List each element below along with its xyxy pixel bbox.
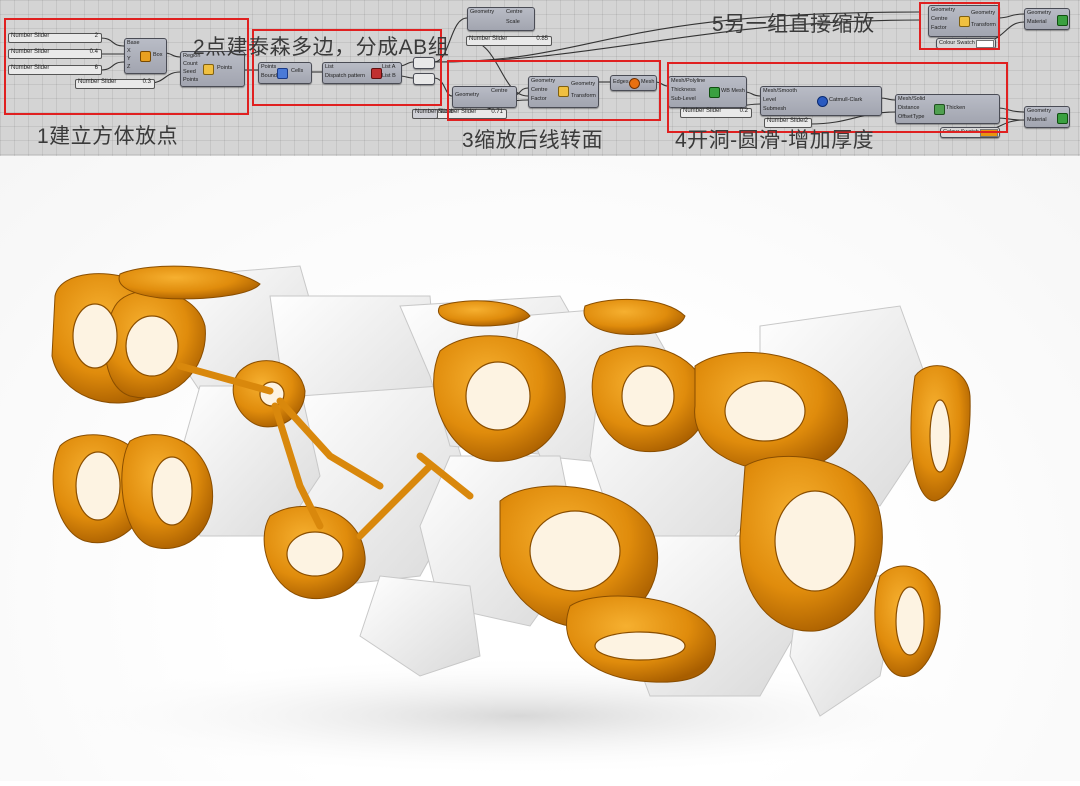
preview-input-geometry[interactable]: Geometry (1027, 108, 1051, 114)
step5-annotation: 5另一组直接缩放 (712, 13, 875, 36)
preview-icon (1057, 113, 1068, 124)
preview-input-material[interactable]: Material (1027, 19, 1047, 25)
slider-label: Number Slider (469, 36, 508, 42)
step3-highlight-box (447, 60, 661, 121)
preview-input-geometry[interactable]: Geometry (1027, 10, 1051, 16)
grasshopper-canvas[interactable]: Number Slider 2 Number Slider 0.4 Number… (0, 0, 1080, 156)
number-slider[interactable]: Number Slider 0.85 (466, 36, 552, 46)
scale-component-top[interactable]: Geometry Centre Scale (467, 7, 535, 31)
step3-annotation: 3缩放后线转面 (462, 129, 604, 152)
custom-preview-top[interactable]: Geometry Material (1024, 8, 1070, 30)
step4-annotation: 4开洞-圆滑-增加厚度 (675, 129, 875, 152)
step2-annotation: 2点建泰森多边，分成AB组 (193, 36, 450, 59)
step4-highlight-box (667, 62, 1008, 133)
step5-highlight-box (919, 2, 1000, 50)
render-viewport (0, 156, 1080, 781)
number-slider[interactable]: Number Slider (412, 109, 453, 119)
scale-top-input-geometry[interactable]: Geometry (470, 9, 494, 15)
voronoi-render-image (40, 265, 1000, 776)
scale-top-input-centre[interactable]: Centre (506, 9, 523, 15)
scale-top-label: Scale (506, 19, 520, 25)
preview-icon (1057, 15, 1068, 26)
custom-preview-bottom[interactable]: Geometry Material (1024, 106, 1070, 128)
slider-value: 0.85 (536, 36, 548, 42)
preview-input-material[interactable]: Material (1027, 117, 1047, 123)
step1-annotation: 1建立方体放点 (37, 125, 179, 148)
